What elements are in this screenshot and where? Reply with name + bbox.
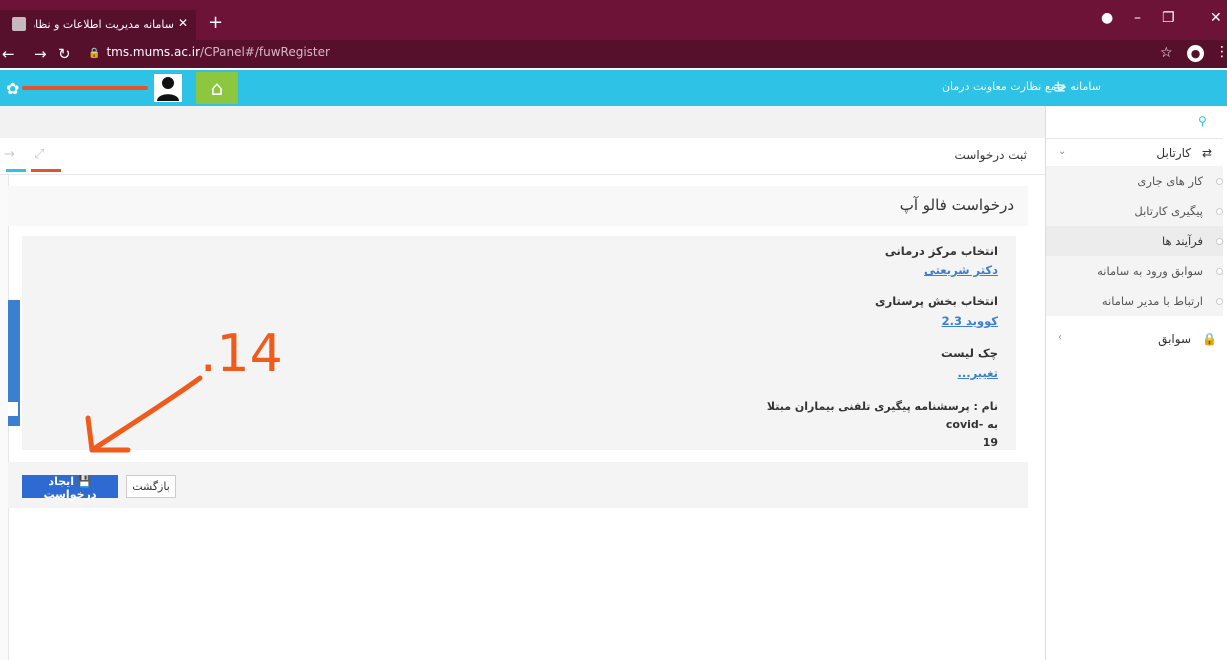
back-button[interactable]: بازگشت [126,475,176,498]
user-avatar-icon[interactable] [154,74,182,102]
new-tab-icon[interactable]: + [208,12,223,33]
field-label-checklist: چک لیست [941,346,998,360]
redacted-username [22,86,148,90]
browser-menu-icon[interactable]: ⋮ [1215,44,1227,60]
search-icon[interactable]: ⚲ [1198,114,1207,128]
page-title-bar: ثبت درخواست → ⤢ [0,138,1045,175]
favicon-icon [12,17,26,31]
tab-indicator-blue [6,169,26,172]
restore-icon[interactable]: ❐ [1162,10,1175,26]
sidebar-item-contact-admin[interactable]: ارتباط با مدیر سامانه [1046,286,1223,316]
page-title: ثبت درخواست [954,148,1028,162]
app-header: ✿ سامانه جامع نظارت معاونت درمان ≡ [0,70,1227,106]
bullet-icon [1216,268,1223,275]
panel-heading: درخواست فالو آپ [899,196,1014,214]
forward-arrow-icon[interactable]: → [34,45,47,63]
checklist-name-line2: 19 [982,436,998,449]
chevron-down-icon: ⌄ [1058,146,1067,157]
sidebar-group-history[interactable]: 🔒 سوابق ‹ [1046,324,1223,354]
arrow-right-icon[interactable]: → [4,147,15,162]
lock-icon: 🔒 [88,48,101,59]
sidebar: ⚲ ⇄ کارتابل ⌄ کار های جاری پیگیری کارتاب… [1045,106,1223,660]
sidebar-group-label: سوابق [1158,332,1191,346]
address-bar: ← → ↻ 🔒 tms.mums.ac.ir/CPanel#/fuwRegiste… [0,40,1227,68]
sidebar-item-label: پیگیری کارتابل [1134,204,1203,218]
tab-close-icon[interactable]: ✕ [178,16,188,30]
window-close-icon[interactable]: ✕ [1210,10,1222,26]
bullet-icon [1216,238,1223,245]
sidebar-item-label: ارتباط با مدیر سامانه [1101,294,1203,308]
sidebar-item-follow-cartable[interactable]: پیگیری کارتابل [1046,196,1223,226]
tab-title: سامانه مدیریت اطلاعات و نظارت ... [34,18,174,31]
tab-indicator-red [31,169,61,172]
url-field[interactable]: 🔒 tms.mums.ac.ir/CPanel#/fuwRegister [88,45,330,59]
profile-icon[interactable]: ● [1187,45,1204,62]
bullet-icon [1216,208,1223,215]
field-label-center: انتخاب مرکز درمانی [884,244,998,258]
sidebar-search[interactable]: ⚲ [1046,106,1223,139]
reload-icon[interactable]: ↻ [58,45,71,63]
minimize-icon[interactable]: – [1134,10,1141,26]
url-host: tms.mums.ac.ir [106,45,200,59]
browser-tab[interactable]: سامانه مدیریت اطلاعات و نظارت ... ✕ [0,10,196,40]
sidebar-item-login-history[interactable]: سوابق ورود به سامانه [1046,256,1223,286]
gear-icon[interactable]: ✿ [6,79,19,98]
chevron-left-icon: ‹ [1058,332,1062,343]
sidebar-item-label: کار های جاری [1137,174,1203,188]
field-value-center-link[interactable]: دکتر شریعتی [924,263,998,277]
expand-icon[interactable]: ⤢ [34,147,44,162]
panel-header: درخواست فالو آپ [8,186,1028,226]
cartable-icon: ⇄ [1202,146,1213,160]
field-value-ward-link[interactable]: کووید 2.3 [942,314,998,328]
bullet-icon [1216,298,1223,305]
sidebar-item-label: فرآیند ها [1162,234,1203,248]
change-checklist-link[interactable]: تغییر... [958,366,998,380]
annotation-label: .14 [200,324,283,384]
create-request-button[interactable]: 💾 ایجاد درخواست [22,475,118,501]
field-label-ward: انتخاب بخش پرستاری [875,294,998,308]
home-icon: ⌂ [210,76,224,100]
collapse-arrow-icon [8,402,18,416]
sidebar-item-label: سوابق ورود به سامانه [1097,264,1203,278]
url-path: /CPanel#/fuwRegister [200,45,330,59]
sidebar-item-processes[interactable]: فرآیند ها [1046,226,1223,256]
lock-icon: 🔒 [1202,332,1217,346]
toolbar-strip [0,106,1045,139]
app-name: سامانه جامع نظارت معاونت درمان [941,80,1101,93]
hamburger-menu-icon[interactable]: ≡ [1053,78,1066,97]
back-arrow-icon[interactable]: ← [2,45,15,63]
sidebar-item-current-tasks[interactable]: کار های جاری [1046,166,1223,196]
home-button[interactable]: ⌂ [196,72,238,104]
save-icon: 💾 [77,475,92,488]
checklist-name: نام : پرسشنامه پیگیری تلفنی بیماران مبتل… [758,398,998,452]
bullet-icon [1216,178,1223,185]
browser-account-icon[interactable]: ● [1101,10,1113,26]
sidebar-group-label: کارتابل [1156,146,1191,160]
bookmark-star-icon[interactable]: ☆ [1160,45,1173,61]
sidebar-group-cartable[interactable]: ⇄ کارتابل ⌄ [1046,138,1223,168]
sidebar-submenu: کار های جاری پیگیری کارتابل فرآیند ها سو… [1046,166,1223,316]
checklist-name-line1: نام : پرسشنامه پیگیری تلفنی بیماران مبتل… [766,400,998,431]
